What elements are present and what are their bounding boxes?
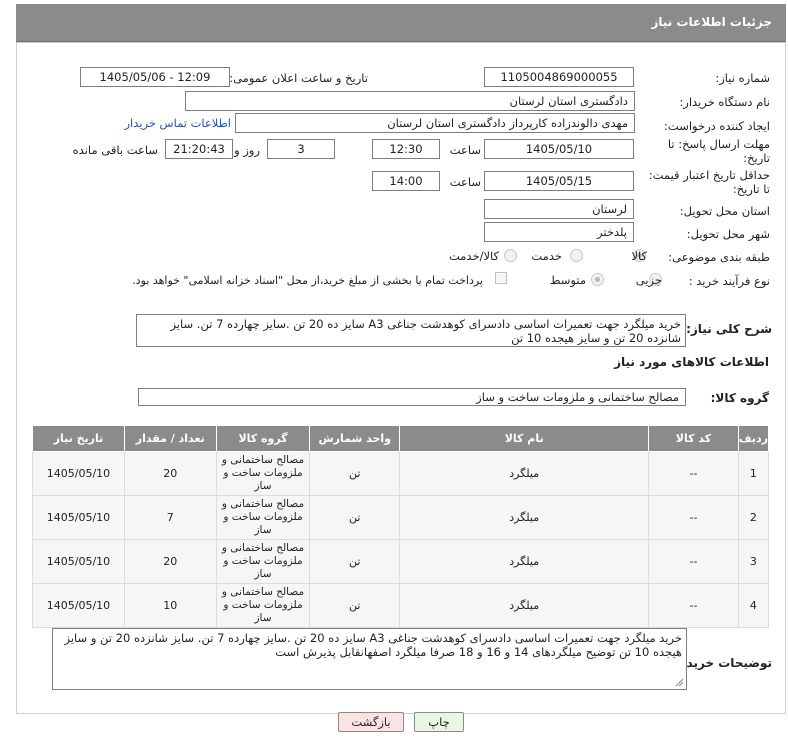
- table-row: 1 -- میلگرد تن مصالح ساختمانی و ملزومات …: [32, 451, 770, 496]
- cell-code: --: [648, 539, 739, 584]
- col-qty: تعداد / مقدار: [123, 425, 217, 452]
- payment-note: پرداخت تمام یا بخشی از مبلغ خرید،از محل …: [132, 274, 483, 287]
- buyer-org-label: نام دستگاه خریدار:: [679, 95, 770, 109]
- col-name: نام کالا: [399, 425, 650, 452]
- remaining-time-field: 21:20:43: [165, 139, 233, 159]
- page-title: جزئیات اطلاعات نیاز: [651, 15, 772, 29]
- resize-grip-icon[interactable]: [675, 678, 684, 687]
- cell-code: --: [648, 495, 739, 540]
- cell-name: میلگرد: [399, 451, 650, 496]
- deadline-label-1: مهلت ارسال پاسخ: تا: [667, 137, 770, 151]
- buyer-notes-text: خرید میلگرد جهت تعمیرات اساسی دادسرای کو…: [64, 631, 683, 659]
- cell-unit: تن: [309, 539, 401, 584]
- cell-date: 1405/05/10: [32, 451, 125, 496]
- validity-label-2: تا تاریخ:: [732, 182, 770, 196]
- city-label: شهر محل تحویل:: [686, 227, 770, 241]
- cell-row: 3: [737, 539, 770, 584]
- items-table-header: ردیف کد کالا نام کالا واحد شمارش گروه کا…: [32, 425, 770, 452]
- goods-info-title: اطلاعات کالاهای مورد نیاز: [614, 355, 769, 369]
- category-option-service: خدمت: [531, 249, 562, 263]
- summary-text: خرید میلگرد جهت تعمیرات اساسی دادسرای کو…: [170, 317, 681, 345]
- category-option-goods: کالا: [631, 249, 647, 263]
- buyer-notes-textarea[interactable]: خرید میلگرد جهت تعمیرات اساسی دادسرای کو…: [52, 628, 687, 690]
- deadline-time-label: ساعت: [449, 143, 481, 157]
- summary-label: شرح کلی نیاز:: [686, 322, 772, 336]
- remaining-label: ساعت باقی مانده: [72, 143, 158, 157]
- goods-group-label: گروه کالا:: [710, 391, 769, 405]
- cell-qty: 10: [123, 583, 217, 628]
- category-radio-service[interactable]: [570, 249, 583, 262]
- requester-label: ایجاد کننده درخواست:: [664, 119, 770, 133]
- cell-qty: 20: [123, 451, 217, 496]
- cell-row: 2: [737, 495, 770, 540]
- cell-row: 4: [737, 583, 770, 628]
- cell-date: 1405/05/10: [32, 495, 125, 540]
- back-button[interactable]: بازگشت: [338, 712, 404, 732]
- validity-time-field: 14:00: [372, 171, 440, 191]
- col-date: تاریخ نیاز: [32, 425, 125, 452]
- cell-name: میلگرد: [399, 539, 650, 584]
- table-row: 2 -- میلگرد تن مصالح ساختمانی و ملزومات …: [32, 495, 770, 540]
- cell-code: --: [648, 583, 739, 628]
- process-label: نوع فرآیند خرید :: [688, 274, 770, 288]
- category-label: طبقه بندی موضوعی:: [668, 250, 770, 264]
- cell-unit: تن: [309, 495, 401, 540]
- buyer-contact-link[interactable]: اطلاعات تماس خریدار: [124, 116, 231, 130]
- need-number-label: شماره نیاز:: [715, 71, 770, 85]
- cell-date: 1405/05/10: [32, 583, 125, 628]
- header-bar: جزئیات اطلاعات نیاز: [16, 4, 786, 42]
- print-button[interactable]: چاپ: [414, 712, 464, 732]
- process-option-minor: جزیی: [635, 273, 662, 287]
- cell-name: میلگرد: [399, 495, 650, 540]
- cell-group: مصالح ساختمانی و ملزومات ساخت و ساز: [215, 451, 311, 496]
- cell-code: --: [648, 451, 739, 496]
- col-row: ردیف: [737, 425, 770, 452]
- province-label: استان محل تحویل:: [679, 204, 770, 218]
- cell-qty: 7: [123, 495, 217, 540]
- deadline-time-field: 12:30: [372, 139, 440, 159]
- payment-treasury-checkbox[interactable]: [495, 272, 507, 284]
- cell-name: میلگرد: [399, 583, 650, 628]
- city-field: پلدختر: [484, 222, 634, 242]
- validity-label-1: حداقل تاریخ اعتبار قیمت:: [648, 168, 770, 182]
- process-option-medium: متوسط: [549, 273, 586, 287]
- announce-label: تاریخ و ساعت اعلان عمومی:: [229, 71, 368, 85]
- cell-group: مصالح ساختمانی و ملزومات ساخت و ساز: [215, 583, 311, 628]
- category-option-goods-service: کالا/خدمت: [448, 249, 499, 263]
- summary-textarea[interactable]: خرید میلگرد جهت تعمیرات اساسی دادسرای کو…: [136, 314, 686, 347]
- cell-qty: 20: [123, 539, 217, 584]
- col-group: گروه کالا: [215, 425, 311, 452]
- cell-unit: تن: [309, 583, 401, 628]
- cell-row: 1: [737, 451, 770, 496]
- deadline-date-field: 1405/05/10: [484, 139, 634, 159]
- validity-date-field: 1405/05/15: [484, 171, 634, 191]
- requester-field: مهدی دالوندزاده کارپرداز دادگستری استان …: [235, 113, 635, 133]
- col-code: کد کالا: [648, 425, 739, 452]
- goods-group-field: مصالح ساختمانی و ملزومات ساخت و ساز: [138, 388, 686, 406]
- announce-datetime-field: 1405/05/06 - 12:09: [80, 67, 230, 87]
- province-field: لرستان: [484, 199, 634, 219]
- days-count-field: 3: [267, 139, 335, 159]
- table-row: 3 -- میلگرد تن مصالح ساختمانی و ملزومات …: [32, 539, 770, 584]
- category-radio-goods-service[interactable]: [504, 249, 517, 262]
- cell-group: مصالح ساختمانی و ملزومات ساخت و ساز: [215, 495, 311, 540]
- buyer-org-field: دادگستری استان لرستان: [185, 91, 635, 111]
- need-number-field: 1105004869000055: [484, 67, 634, 87]
- page: AriaTender.neT جزئیات اطلاعات نیاز شماره…: [0, 0, 788, 748]
- cell-date: 1405/05/10: [32, 539, 125, 584]
- days-label: روز و: [234, 143, 260, 157]
- items-table: ردیف کد کالا نام کالا واحد شمارش گروه کا…: [32, 425, 770, 628]
- col-unit: واحد شمارش: [309, 425, 401, 452]
- cell-group: مصالح ساختمانی و ملزومات ساخت و ساز: [215, 539, 311, 584]
- cell-unit: تن: [309, 451, 401, 496]
- table-row: 4 -- میلگرد تن مصالح ساختمانی و ملزومات …: [32, 583, 770, 628]
- process-radio-medium[interactable]: [591, 273, 604, 286]
- validity-time-label: ساعت: [449, 175, 481, 189]
- deadline-label-2: تاریخ:: [743, 151, 770, 165]
